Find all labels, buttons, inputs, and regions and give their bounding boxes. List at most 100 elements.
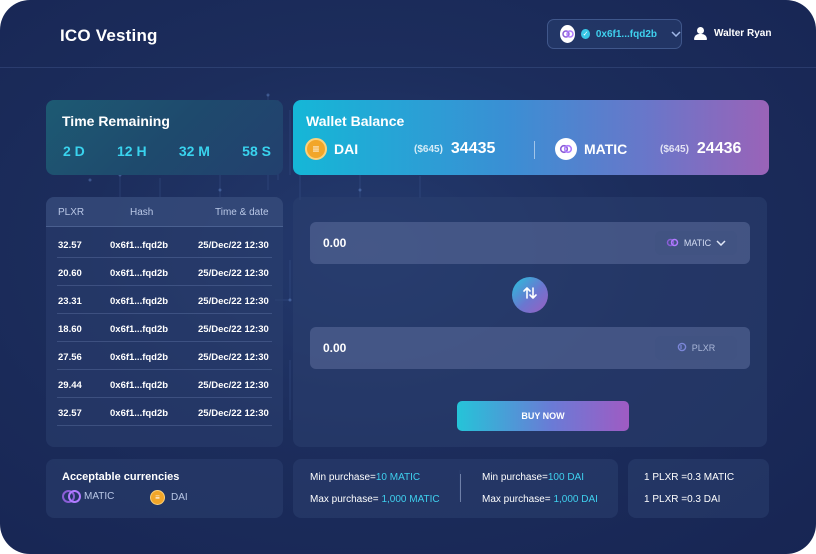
user-name: Walter Ryan xyxy=(714,28,772,39)
to-currency-badge: PLXR xyxy=(655,336,737,360)
wallet-address: 0x6f1...fqd2b xyxy=(595,28,657,40)
table-row[interactable]: 23.31 0x6f1...fqd2b 25/Dec/22 12:30 xyxy=(57,286,272,314)
to-amount-value: 0.00 xyxy=(323,341,347,355)
acceptable-currencies-card: Acceptable currencies MATIC ≡ DAI xyxy=(46,459,283,518)
countdown-days: 2 D xyxy=(63,143,85,159)
limit-value: 100 DAI xyxy=(547,472,585,483)
matic-max-purchase: Max purchase= 1,000 MATIC xyxy=(310,494,440,505)
table-row[interactable]: 32.57 0x6f1...fqd2b 25/Dec/22 12:30 xyxy=(57,398,272,426)
balance-usd: ($645) xyxy=(660,143,689,155)
limit-value: 10 MATIC xyxy=(375,472,421,483)
cell-plxr: 32.57 xyxy=(58,240,82,251)
cell-time: 25/Dec/22 12:30 xyxy=(198,240,269,251)
swap-panel: 0.00 MATIC 0.00 PLXR BUY NOW xyxy=(293,197,767,447)
accepted-currency-label: DAI xyxy=(171,492,188,503)
cell-plxr: 18.60 xyxy=(58,324,82,335)
user-menu[interactable]: Walter Ryan xyxy=(694,27,771,40)
table-row[interactable]: 20.60 0x6f1...fqd2b 25/Dec/22 12:30 xyxy=(57,258,272,286)
time-remaining-card: Time Remaining 2 D 12 H 32 M 58 S xyxy=(46,100,283,175)
dai-icon: ≡ xyxy=(150,490,165,505)
table-row[interactable]: 27.56 0x6f1...fqd2b 25/Dec/22 12:30 xyxy=(57,342,272,370)
cell-time: 25/Dec/22 12:30 xyxy=(198,296,269,307)
limit-value: 1,000 MATIC xyxy=(381,494,440,505)
balance-currency: MATIC xyxy=(584,141,628,157)
cell-time: 25/Dec/22 12:30 xyxy=(198,268,269,279)
from-amount-input[interactable]: 0.00 MATIC xyxy=(310,222,750,264)
limits-divider xyxy=(460,474,461,502)
from-currency-select[interactable]: MATIC xyxy=(655,231,737,255)
cell-hash: 0x6f1...fqd2b xyxy=(110,352,169,363)
from-amount-value: 0.00 xyxy=(323,236,347,250)
table-row[interactable]: 32.57 0x6f1...fqd2b 25/Dec/22 12:30 xyxy=(57,230,272,258)
cell-time: 25/Dec/22 12:30 xyxy=(198,352,269,363)
time-remaining-label: Time Remaining xyxy=(62,113,170,129)
cell-hash: 0x6f1...fqd2b xyxy=(110,324,169,335)
to-amount-input[interactable]: 0.00 PLXR xyxy=(310,327,750,369)
cell-plxr: 29.44 xyxy=(58,380,82,391)
accepted-currency-dai: ≡ DAI xyxy=(150,490,188,505)
cell-time: 25/Dec/22 12:30 xyxy=(198,380,269,391)
limit-label: Min purchase= xyxy=(310,472,376,483)
limit-label: Min purchase= xyxy=(482,472,548,483)
cell-time: 25/Dec/22 12:30 xyxy=(198,408,269,419)
header-divider xyxy=(0,67,816,68)
dai-max-purchase: Max purchase= 1,000 DAI xyxy=(482,494,598,505)
swap-arrows-icon xyxy=(522,285,538,306)
matic-icon xyxy=(666,238,679,249)
chevron-down-icon xyxy=(716,238,726,248)
swap-direction-button[interactable] xyxy=(512,277,548,313)
wallet-balance-card: Wallet Balance ≡ DAI ($645) 34435 MATIC … xyxy=(293,100,769,175)
rate-dai: 1 PLXR =0.3 DAI xyxy=(644,494,721,505)
user-icon xyxy=(694,27,707,40)
accepted-currency-label: MATIC xyxy=(84,490,115,502)
balance-amount: 24436 xyxy=(696,140,742,157)
balance-dai-value: ($645) 34435 xyxy=(414,137,495,161)
matic-icon xyxy=(560,25,576,43)
verified-check-icon: ✓ xyxy=(581,29,590,39)
countdown-hours: 12 H xyxy=(117,143,147,159)
balance-matic: MATIC xyxy=(555,137,627,161)
page-title: ICO Vesting xyxy=(60,26,158,45)
balance-currency: DAI xyxy=(334,141,359,157)
cell-hash: 0x6f1...fqd2b xyxy=(110,240,169,251)
cell-hash: 0x6f1...fqd2b xyxy=(110,268,169,279)
to-currency-label: PLXR xyxy=(691,343,716,353)
from-currency-label: MATIC xyxy=(683,238,712,248)
table-row[interactable]: 29.44 0x6f1...fqd2b 25/Dec/22 12:30 xyxy=(57,370,272,398)
wallet-balance-label: Wallet Balance xyxy=(306,113,405,129)
column-header-time: Time & date xyxy=(215,207,269,218)
matic-icon xyxy=(555,138,577,160)
cell-time: 25/Dec/22 12:30 xyxy=(198,324,269,335)
chevron-down-icon xyxy=(671,29,681,40)
acceptable-currencies-label: Acceptable currencies xyxy=(62,471,180,483)
cell-plxr: 23.31 xyxy=(58,296,82,307)
app-frame: ICO Vesting ✓ 0x6f1...fqd2b Walter Ryan … xyxy=(0,0,816,554)
matic-icon xyxy=(62,490,81,503)
table-row[interactable]: 18.60 0x6f1...fqd2b 25/Dec/22 12:30 xyxy=(57,314,272,342)
cell-plxr: 32.57 xyxy=(58,408,82,419)
rate-matic: 1 PLXR =0.3 MATIC xyxy=(644,472,735,483)
matic-min-purchase: Min purchase=10 MATIC xyxy=(310,472,420,483)
dai-icon: ≡ xyxy=(305,138,327,160)
cell-hash: 0x6f1...fqd2b xyxy=(110,296,169,307)
cell-plxr: 27.56 xyxy=(58,352,82,363)
cell-plxr: 20.60 xyxy=(58,268,82,279)
wallet-address-dropdown[interactable]: ✓ 0x6f1...fqd2b xyxy=(547,19,682,49)
countdown-minutes: 32 M xyxy=(178,143,210,159)
cell-hash: 0x6f1...fqd2b xyxy=(110,380,169,391)
balance-amount: 34435 xyxy=(450,140,496,157)
transaction-table: PLXR Hash Time & date 32.57 0x6f1...fqd2… xyxy=(46,197,283,447)
balance-matic-value: ($645) 24436 xyxy=(660,137,741,161)
limit-value: 1,000 DAI xyxy=(553,494,598,505)
balance-divider xyxy=(534,141,535,159)
column-header-hash: Hash xyxy=(130,207,154,218)
table-header: PLXR Hash Time & date xyxy=(46,197,283,227)
balance-dai: ≡ DAI xyxy=(305,137,358,161)
balance-usd: ($645) xyxy=(414,143,443,155)
buy-now-button[interactable]: BUY NOW xyxy=(457,401,629,431)
accepted-currency-matic: MATIC xyxy=(62,490,115,503)
countdown: 2 D 12 H 32 M 58 S xyxy=(63,143,271,159)
limit-label: Max purchase= xyxy=(310,494,382,505)
purchase-limits-card: Min purchase=10 MATIC Max purchase= 1,00… xyxy=(293,459,618,518)
countdown-seconds: 58 S xyxy=(242,143,271,159)
